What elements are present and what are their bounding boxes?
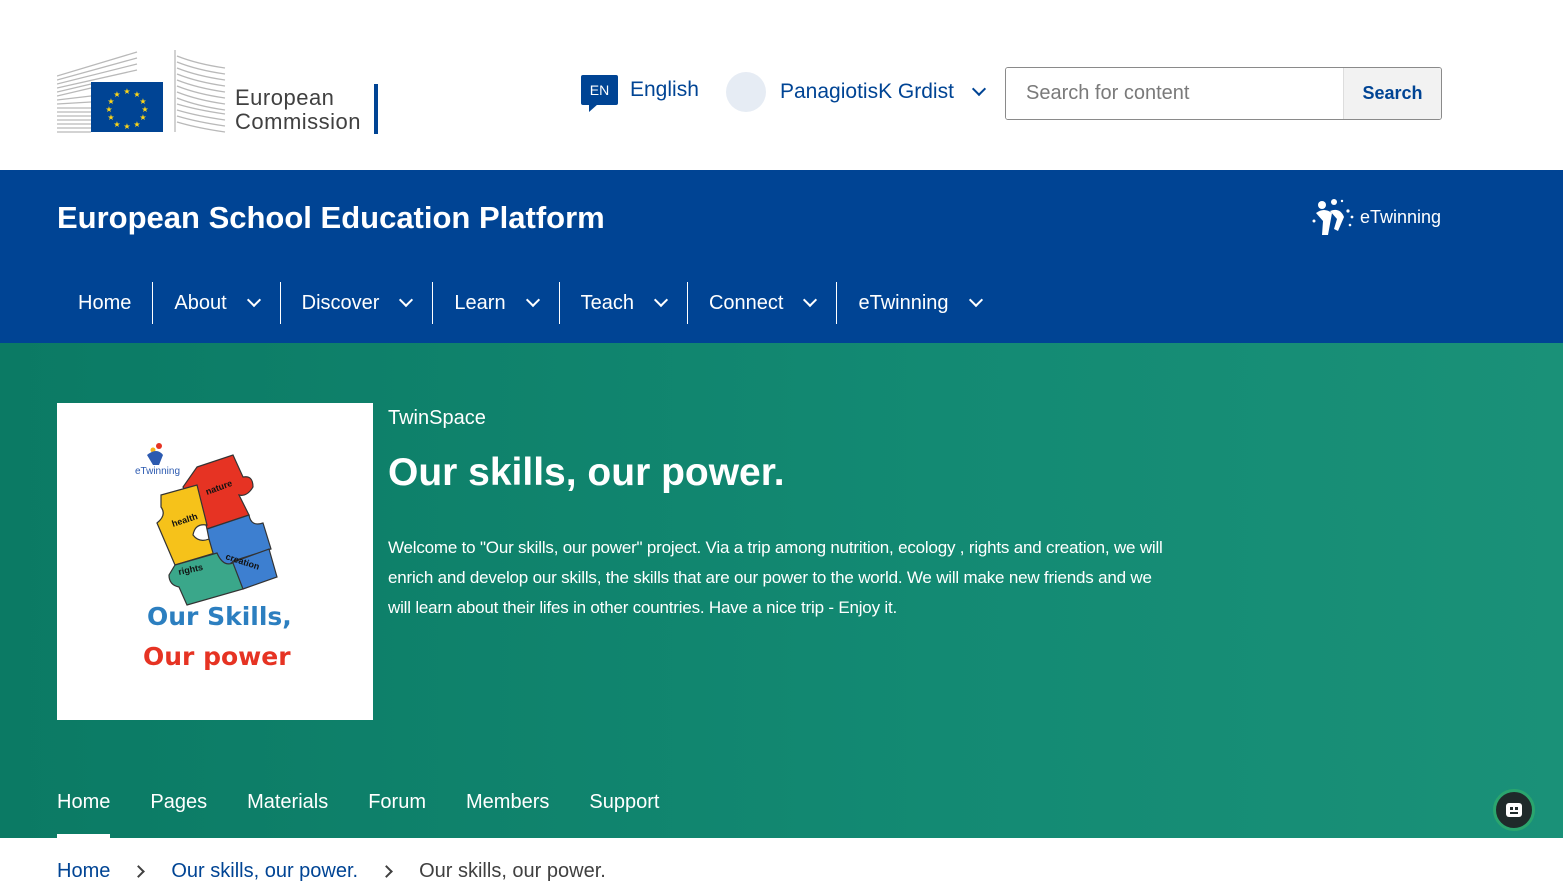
etwinning-small-icon bbox=[147, 443, 163, 465]
svg-text:★: ★ bbox=[107, 113, 114, 122]
breadcrumb-link[interactable]: Home bbox=[57, 860, 110, 883]
project-logo-artwork: eTwinning nature health creation rights … bbox=[135, 443, 292, 671]
user-name: PanagiotisK Grdist bbox=[780, 80, 954, 103]
chevron-down-icon[interactable] bbox=[803, 292, 818, 308]
tab-members[interactable]: Members bbox=[466, 783, 549, 838]
twinspace-hero: eTwinning nature health creation rights … bbox=[0, 343, 1563, 838]
image-logo-text: eTwinning bbox=[135, 466, 180, 477]
svg-text:★: ★ bbox=[113, 90, 120, 99]
nav-item-connect[interactable]: Connect bbox=[686, 282, 837, 324]
nav-item-label: Learn bbox=[454, 291, 506, 314]
svg-text:★: ★ bbox=[123, 122, 130, 131]
tab-forum[interactable]: Forum bbox=[368, 783, 426, 838]
svg-text:★: ★ bbox=[133, 120, 140, 129]
project-title: Our skills, our power. bbox=[388, 451, 785, 494]
avatar bbox=[726, 72, 766, 112]
chevron-down-icon bbox=[971, 81, 986, 97]
image-caption-line2: Our power bbox=[143, 642, 291, 671]
ec-logo-divider bbox=[374, 84, 378, 134]
platform-title[interactable]: European School Education Platform bbox=[57, 200, 605, 236]
breadcrumb-current: Our skills, our power. bbox=[419, 860, 606, 882]
nav-item-learn[interactable]: Learn bbox=[432, 282, 558, 324]
project-image: eTwinning nature health creation rights … bbox=[57, 403, 373, 720]
ec-wordmark-line2: Commission bbox=[235, 109, 362, 134]
european-commission-logo[interactable]: ★ ★ ★ ★ ★ ★ ★ ★ ★ ★ ★ ★ European Commission bbox=[57, 50, 387, 134]
breadcrumb-link[interactable]: Our skills, our power. bbox=[171, 860, 358, 883]
search-button[interactable]: Search bbox=[1343, 68, 1441, 119]
platform-banner: European School Education Platform eTwin… bbox=[0, 170, 1563, 343]
user-menu[interactable]: PanagiotisK Grdist bbox=[726, 72, 986, 112]
nav-item-about[interactable]: About bbox=[152, 282, 279, 324]
nav-item-home[interactable]: Home bbox=[57, 282, 152, 324]
chevron-right-icon bbox=[132, 865, 146, 878]
nav-item-teach[interactable]: Teach bbox=[558, 282, 687, 324]
chevron-down-icon[interactable] bbox=[653, 292, 669, 308]
chevron-right-icon bbox=[380, 865, 393, 878]
etwinning-logo[interactable]: eTwinning bbox=[1310, 197, 1441, 237]
ec-wordmark-line1: European bbox=[235, 85, 335, 110]
svg-text:★: ★ bbox=[123, 87, 130, 96]
twinspace-tabs: Home Pages Materials Forum Members Support bbox=[57, 783, 659, 838]
nav-item-label: About bbox=[174, 291, 227, 314]
chevron-down-icon[interactable] bbox=[525, 292, 540, 308]
svg-text:★: ★ bbox=[105, 105, 112, 114]
nav-item-label: eTwinning bbox=[858, 291, 949, 314]
image-caption-line1: Our Skills, bbox=[147, 602, 292, 631]
main-navigation: Home About Discover Learn Teach Connect eTwinn… bbox=[57, 282, 1002, 324]
nav-item-discover[interactable]: Discover bbox=[279, 282, 433, 324]
nav-item-label: Home bbox=[78, 291, 132, 314]
assistant-fab-button[interactable] bbox=[1493, 789, 1535, 831]
etwinning-figures-icon bbox=[1312, 199, 1354, 235]
site-header: ★ ★ ★ ★ ★ ★ ★ ★ ★ ★ ★ ★ European Commission EN E… bbox=[0, 0, 1563, 170]
project-description: Welcome to "Our skills, our power" proje… bbox=[388, 538, 1163, 617]
chevron-down-icon[interactable] bbox=[399, 292, 414, 308]
chat-bot-icon bbox=[1506, 803, 1522, 817]
ec-building-icon: ★ ★★ ★★★ ★★★ ★★★ bbox=[57, 50, 226, 133]
search-form: Search bbox=[1005, 67, 1442, 120]
language-code-badge: EN bbox=[581, 75, 618, 112]
tab-home[interactable]: Home bbox=[57, 783, 111, 838]
tab-support[interactable]: Support bbox=[589, 783, 659, 838]
hero-kicker: TwinSpace bbox=[388, 407, 486, 429]
tab-materials[interactable]: Materials bbox=[247, 783, 328, 838]
chevron-down-icon[interactable] bbox=[246, 292, 261, 308]
tab-pages[interactable]: Pages bbox=[150, 783, 207, 838]
nav-item-label: Discover bbox=[301, 291, 380, 314]
etwinning-logo-text: eTwinning bbox=[1360, 206, 1442, 227]
search-input[interactable] bbox=[1006, 68, 1343, 119]
nav-item-etwinning[interactable]: eTwinning bbox=[836, 282, 1001, 324]
nav-item-label: Connect bbox=[708, 291, 784, 314]
chevron-down-icon[interactable] bbox=[968, 292, 983, 308]
ec-wordmark: European Commission bbox=[235, 86, 361, 134]
language-selector[interactable]: EN English bbox=[581, 75, 699, 112]
language-label: English bbox=[630, 78, 699, 101]
nav-item-label: Teach bbox=[580, 291, 634, 314]
breadcrumb: Home Our skills, our power. Our skills, ou… bbox=[57, 860, 606, 883]
